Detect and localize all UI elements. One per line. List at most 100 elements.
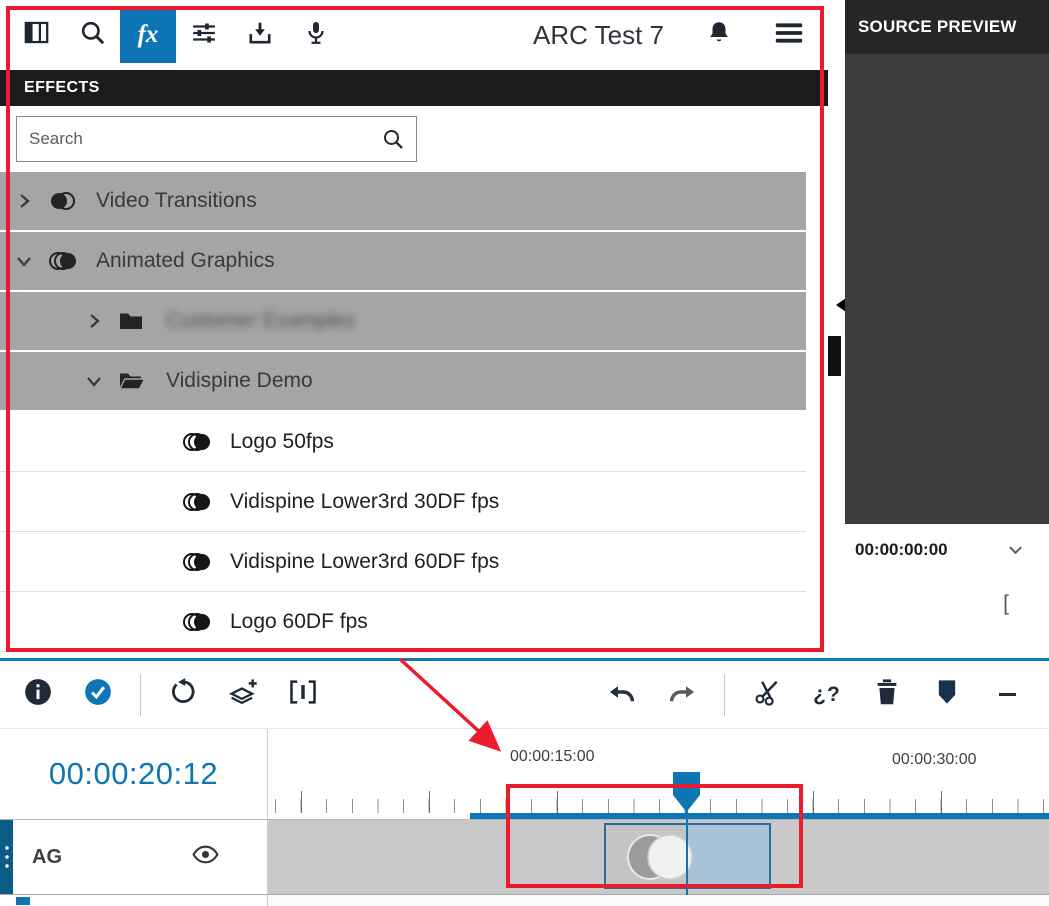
reset-button[interactable]	[160, 672, 206, 718]
effects-tree: Video Transitions Animated Graphics Cu	[0, 172, 806, 652]
redo-button[interactable]	[659, 672, 705, 718]
add-layer-button[interactable]	[220, 672, 266, 718]
insert-clip-button[interactable]	[280, 672, 326, 718]
tree-item-lower3rd-30df[interactable]: Vidispine Lower3rd 30DF fps	[0, 472, 806, 532]
hamburger-icon	[774, 32, 804, 49]
undo-arrow-icon	[607, 679, 637, 710]
timeline-panel: ¿? 00:00:20:12 00:00:15:00	[0, 658, 1049, 906]
toolbar-right-group: ARC Test 7	[533, 19, 804, 51]
effects-search-row	[0, 106, 828, 172]
question-marks-icon: ¿?	[813, 683, 841, 707]
source-preview-panel: SOURCE PREVIEW 00:00:00:00 [	[845, 0, 1049, 658]
chevron-down-icon[interactable]	[14, 251, 48, 271]
search-icon[interactable]	[381, 127, 405, 156]
source-preview-video[interactable]	[845, 54, 1049, 524]
tree-item-logo-60df[interactable]: Logo 60DF fps	[0, 592, 806, 652]
chevron-right-icon[interactable]	[14, 191, 48, 211]
playhead-line	[686, 810, 688, 895]
toolbar-separator	[724, 674, 725, 716]
tree-item-label: Logo 60DF fps	[230, 610, 368, 634]
notifications-button[interactable]	[706, 19, 732, 51]
ruler-label-15s: 00:00:15:00	[510, 748, 595, 766]
tree-item-logo-50fps[interactable]: Logo 50fps	[0, 412, 806, 472]
next-track-lane-stub	[268, 895, 1049, 906]
effects-panel-title: EFFECTS	[24, 79, 100, 97]
animated-graphic-icon	[182, 490, 228, 514]
tree-item-label: Customer Examples	[166, 309, 355, 333]
columns-view-button[interactable]	[8, 7, 64, 63]
source-timecode: 00:00:00:00	[855, 540, 948, 560]
cut-button[interactable]	[744, 672, 790, 718]
minus-icon	[999, 693, 1016, 696]
replace-button[interactable]: ¿?	[804, 672, 850, 718]
layers-plus-icon	[227, 677, 259, 712]
mark-in-bracket[interactable]: [	[1003, 592, 1009, 616]
transition-icon	[48, 189, 94, 213]
trash-icon	[874, 678, 900, 711]
animated-graphic-icon	[182, 430, 228, 454]
timeline-ruler[interactable]: 00:00:15:00 00:00:30:00	[268, 729, 1049, 820]
source-timecode-row: 00:00:00:00	[845, 524, 1049, 560]
source-preview-header: SOURCE PREVIEW	[845, 0, 1049, 54]
tree-item-label: Vidispine Lower3rd 30DF fps	[230, 490, 499, 514]
tree-item-label: Vidispine Demo	[166, 369, 313, 393]
panel-collapse-arrow-icon[interactable]	[829, 298, 846, 312]
panel-splitter-handle[interactable]	[828, 336, 841, 376]
tree-item-label: Logo 50fps	[230, 430, 334, 454]
columns-icon	[23, 19, 50, 51]
search-icon	[79, 19, 106, 51]
animated-graphic-icon	[182, 610, 228, 634]
add-marker-button[interactable]	[924, 672, 970, 718]
playhead-timecode-cell: 00:00:20:12	[0, 729, 268, 820]
insert-icon	[288, 678, 318, 711]
track-visibility-button[interactable]	[192, 845, 219, 870]
marker-flag-icon	[935, 678, 959, 711]
tree-item-lower3rd-60df[interactable]: Vidispine Lower3rd 60DF fps	[0, 532, 806, 592]
track-header-ag: AG	[0, 820, 268, 895]
search-button[interactable]	[64, 7, 120, 63]
bell-icon	[706, 33, 732, 50]
adjust-button[interactable]	[176, 7, 232, 63]
timeline-body: 00:00:20:12 00:00:15:00 00:00:30:00 AG	[0, 729, 1049, 906]
effects-panel-header: EFFECTS	[0, 70, 828, 106]
source-preview-title: SOURCE PREVIEW	[858, 17, 1017, 37]
menu-button[interactable]	[774, 21, 804, 50]
info-button[interactable]	[15, 672, 61, 718]
redo-arrow-icon	[667, 679, 697, 710]
track-drag-handle[interactable]	[0, 820, 13, 894]
check-circle-icon	[83, 677, 113, 712]
undo-button[interactable]	[599, 672, 645, 718]
export-button[interactable]	[232, 7, 288, 63]
microphone-icon	[304, 19, 328, 52]
chevron-down-icon[interactable]	[1008, 540, 1023, 560]
playhead-timecode: 00:00:20:12	[49, 756, 218, 792]
tree-item-label: Vidispine Lower3rd 60DF fps	[230, 550, 499, 574]
info-icon	[23, 677, 53, 712]
app-screen: fx ARC Test 7	[0, 0, 1049, 906]
track-lane-ag[interactable]	[268, 820, 1049, 895]
effects-search-input[interactable]	[16, 116, 417, 162]
tree-item-customer-examples[interactable]: Customer Examples	[0, 292, 806, 350]
export-icon	[246, 20, 274, 51]
chevron-right-icon[interactable]	[84, 311, 118, 331]
tree-item-vidispine-demo[interactable]: Vidispine Demo	[0, 352, 806, 410]
project-title: ARC Test 7	[533, 20, 664, 51]
tree-item-animated-graphics[interactable]: Animated Graphics	[0, 232, 806, 290]
ruler-range-bar	[470, 813, 1049, 819]
tree-item-label: Video Transitions	[96, 189, 257, 213]
folder-closed-icon	[118, 310, 164, 332]
effects-tab-button[interactable]: fx	[120, 7, 176, 63]
reset-arrow-icon	[168, 677, 198, 712]
tree-item-video-transitions[interactable]: Video Transitions	[0, 172, 806, 230]
main-toolbar: fx ARC Test 7	[0, 0, 828, 70]
approve-button[interactable]	[75, 672, 121, 718]
next-track-grip-stub[interactable]	[16, 897, 30, 905]
chevron-down-icon[interactable]	[84, 371, 118, 391]
scissors-icon	[753, 678, 781, 711]
delete-button[interactable]	[864, 672, 910, 718]
tree-item-label: Animated Graphics	[96, 249, 275, 273]
zoom-out-button[interactable]	[984, 672, 1030, 718]
voiceover-button[interactable]	[288, 7, 344, 63]
next-track-header-stub	[0, 895, 268, 906]
toolbar-separator	[140, 674, 141, 716]
